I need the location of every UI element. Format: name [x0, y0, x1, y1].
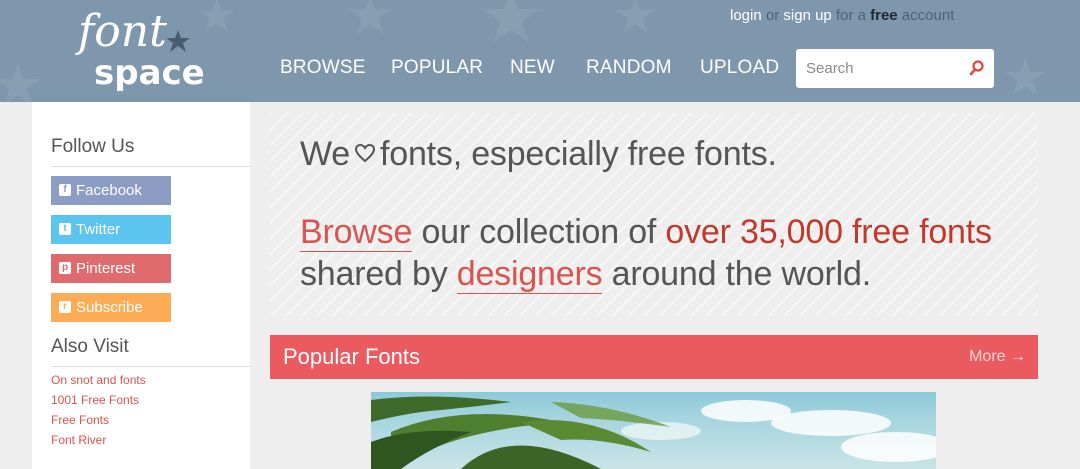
also-visit-link[interactable]: 1001 Free Fonts: [51, 393, 139, 407]
hero-shared-text: shared by: [300, 255, 448, 293]
hero-we-text: We: [300, 135, 350, 173]
palm-tree-image: [371, 396, 671, 469]
background-star-decoration: ★: [612, 0, 659, 46]
facebook-button[interactable]: f Facebook: [51, 176, 171, 205]
hero-collection-text: our collection of: [421, 213, 657, 251]
divider: [51, 166, 251, 167]
background-star-decoration: ★: [1002, 48, 1049, 102]
pinterest-icon: p: [59, 262, 71, 274]
pinterest-label: Pinterest: [76, 260, 136, 277]
also-visit-link[interactable]: Font River: [51, 433, 106, 447]
hero-collection-line: Browse our collection of over 35,000 fre…: [300, 213, 992, 252]
also-visit-link[interactable]: On snot and fonts: [51, 373, 146, 387]
twitter-label: Twitter: [76, 221, 121, 238]
nav-random[interactable]: RANDOM: [586, 57, 672, 79]
twitter-icon: t: [59, 223, 71, 235]
heart-icon: [354, 143, 376, 163]
subscribe-button[interactable]: r Subscribe: [51, 293, 171, 322]
hero-tagline: We fonts, especially free fonts.: [300, 135, 777, 174]
account-or-text: or: [765, 7, 780, 24]
account-free-text: free: [870, 7, 898, 24]
fontspace-logo[interactable]: font space: [72, 0, 212, 96]
search-box: [796, 49, 994, 88]
nav-popular[interactable]: POPULAR: [391, 57, 483, 79]
account-word-text: account: [901, 7, 955, 24]
designers-link[interactable]: designers: [456, 255, 603, 294]
sidebar: Follow Us f Facebook t Twitter p Pinterest …: [32, 102, 251, 469]
rss-icon: r: [59, 301, 71, 313]
popular-fonts-bar: Popular Fonts More →: [270, 335, 1038, 379]
hero-fonts-text: fonts, especially free fonts.: [380, 135, 777, 173]
logo-text-space: space: [94, 53, 205, 93]
fontspace-logo-image: font space: [75, 6, 205, 93]
more-link[interactable]: More →: [969, 348, 1026, 366]
hero-designers-line: shared by designers around the world.: [300, 255, 871, 294]
featured-font-image[interactable]: [371, 392, 936, 469]
logo-text-font: font: [75, 6, 167, 57]
account-links: login or sign up for a free account: [730, 7, 954, 24]
twitter-button[interactable]: t Twitter: [51, 215, 171, 244]
popular-fonts-heading: Popular Fonts: [283, 344, 420, 369]
facebook-icon: f: [59, 184, 71, 196]
also-visit-heading: Also Visit: [51, 336, 129, 357]
subscribe-label: Subscribe: [76, 299, 143, 316]
hero-world-text: around the world.: [611, 255, 872, 293]
browse-link[interactable]: Browse: [300, 213, 412, 252]
follow-us-heading: Follow Us: [51, 136, 135, 157]
pinterest-button[interactable]: p Pinterest: [51, 254, 171, 283]
facebook-label: Facebook: [76, 182, 142, 199]
divider: [51, 366, 251, 367]
search-input[interactable]: [806, 58, 956, 78]
site-header: ★ ★ ★ ★ ★ ★ font space login or sign up …: [0, 0, 1080, 102]
nav-browse[interactable]: BROWSE: [280, 57, 366, 79]
nav-new[interactable]: NEW: [510, 57, 555, 79]
nav-upload[interactable]: UPLOAD: [700, 57, 779, 79]
also-visit-link[interactable]: Free Fonts: [51, 413, 109, 427]
login-link[interactable]: login: [730, 7, 762, 24]
hero-font-count: over 35,000 free fonts: [665, 213, 992, 251]
background-star-decoration: ★: [345, 0, 396, 48]
search-icon[interactable]: [968, 59, 986, 77]
background-star-decoration: ★: [478, 0, 545, 60]
signup-link[interactable]: sign up: [783, 7, 831, 24]
hero-banner: We fonts, especially free fonts. Browse o…: [270, 113, 1038, 316]
account-for-a-text: for a: [835, 7, 866, 24]
background-star-decoration: ★: [0, 51, 44, 102]
